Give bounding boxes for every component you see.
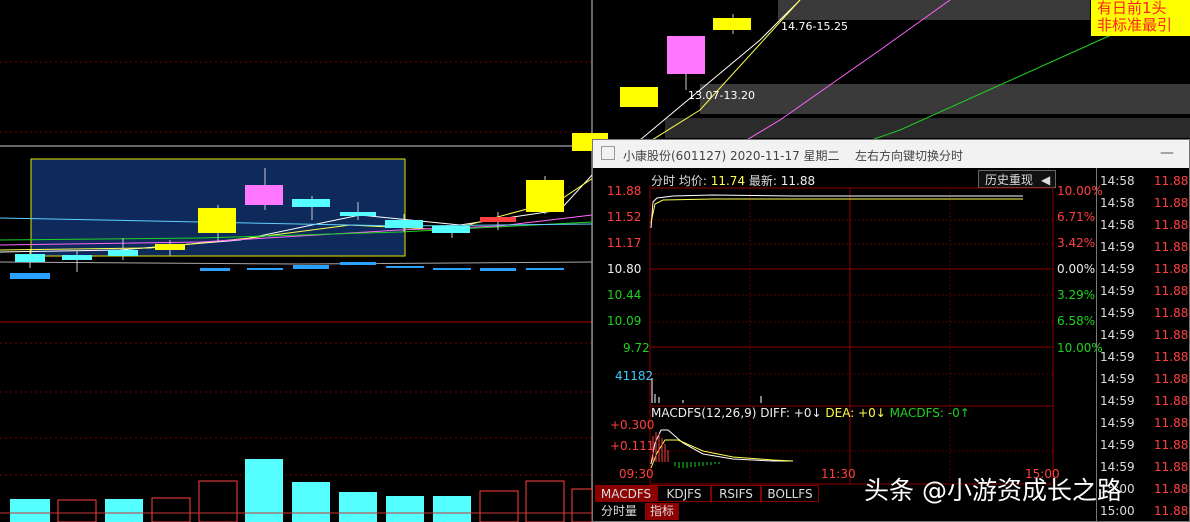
tab-kdjfs[interactable]: KDJFS	[657, 485, 711, 502]
macd-dea: DEA: +0↓	[825, 406, 886, 420]
range-label-1: 14.76-15.25	[781, 20, 848, 33]
price-axis-label: 10.80	[607, 262, 642, 276]
pct-axis-label: 3.42%	[1057, 236, 1096, 250]
price-axis-label: 11.52	[607, 210, 642, 224]
intraday-popup[interactable]: 小康股份(601127) 2020-11-17 星期二 左右方向键切换分时 — …	[592, 139, 1190, 522]
macd-diff: DIFF: +0↓	[760, 406, 822, 420]
macd-title: MACDFS(12,26,9)	[651, 406, 757, 420]
tab-indicator[interactable]: 指标	[645, 503, 679, 520]
tab-bollfs[interactable]: BOLLFS	[761, 485, 819, 502]
pct-axis-label: 3.29%	[1057, 288, 1096, 302]
macd-legend: MACDFS(12,26,9) DIFF: +0↓ DEA: +0↓ MACDF…	[651, 406, 970, 420]
tab-rsifs[interactable]: RSIFS	[711, 485, 761, 502]
macd-value: MACDFS: -0↑	[889, 406, 970, 420]
time-axis-label: 11:30	[821, 467, 856, 481]
window-icon	[601, 146, 615, 160]
watermark: 头条 @小游资成长之路	[864, 476, 1122, 505]
price-axis-label: 10.09	[607, 314, 642, 328]
tab-macdfs[interactable]: MACDFS	[595, 485, 657, 502]
notice-box: 有日前1头 非标准最引	[1091, 0, 1190, 36]
notice-line-1: 有日前1头	[1097, 0, 1167, 17]
price-axis-label: 10.44	[607, 288, 642, 302]
range-label-2: 13.07-13.20	[688, 89, 755, 102]
price-axis-label: 9.72	[623, 341, 650, 355]
price-axis-label: 11.17	[607, 236, 642, 250]
popup-hint: 左右方向键切换分时	[855, 149, 964, 163]
popup-titlebar[interactable]: 小康股份(601127) 2020-11-17 星期二 左右方向键切换分时 —	[593, 140, 1189, 168]
pct-axis-label: 6.58%	[1057, 314, 1096, 328]
tick-list: 14:58 11.88 14:58 11.88 14:58 11.88 14:59 11…	[1096, 168, 1190, 522]
tab-fenshi-volume[interactable]: 分时量	[595, 503, 643, 520]
price-axis-label: 11.88	[607, 184, 642, 198]
notice-line-2: 非标准最引	[1097, 16, 1173, 34]
time-axis-label: 09:30	[619, 467, 654, 481]
popup-title: 小康股份(601127) 2020-11-17 星期二	[623, 149, 840, 163]
macd-y-top: +0.300	[610, 418, 655, 432]
volume-max-label: 41182	[615, 369, 654, 383]
pct-axis-label: 6.71%	[1057, 210, 1096, 224]
close-icon[interactable]: —	[1160, 145, 1174, 161]
macd-y-mid: +0.111	[610, 439, 655, 453]
pct-axis-label: 0.00%	[1057, 262, 1096, 276]
